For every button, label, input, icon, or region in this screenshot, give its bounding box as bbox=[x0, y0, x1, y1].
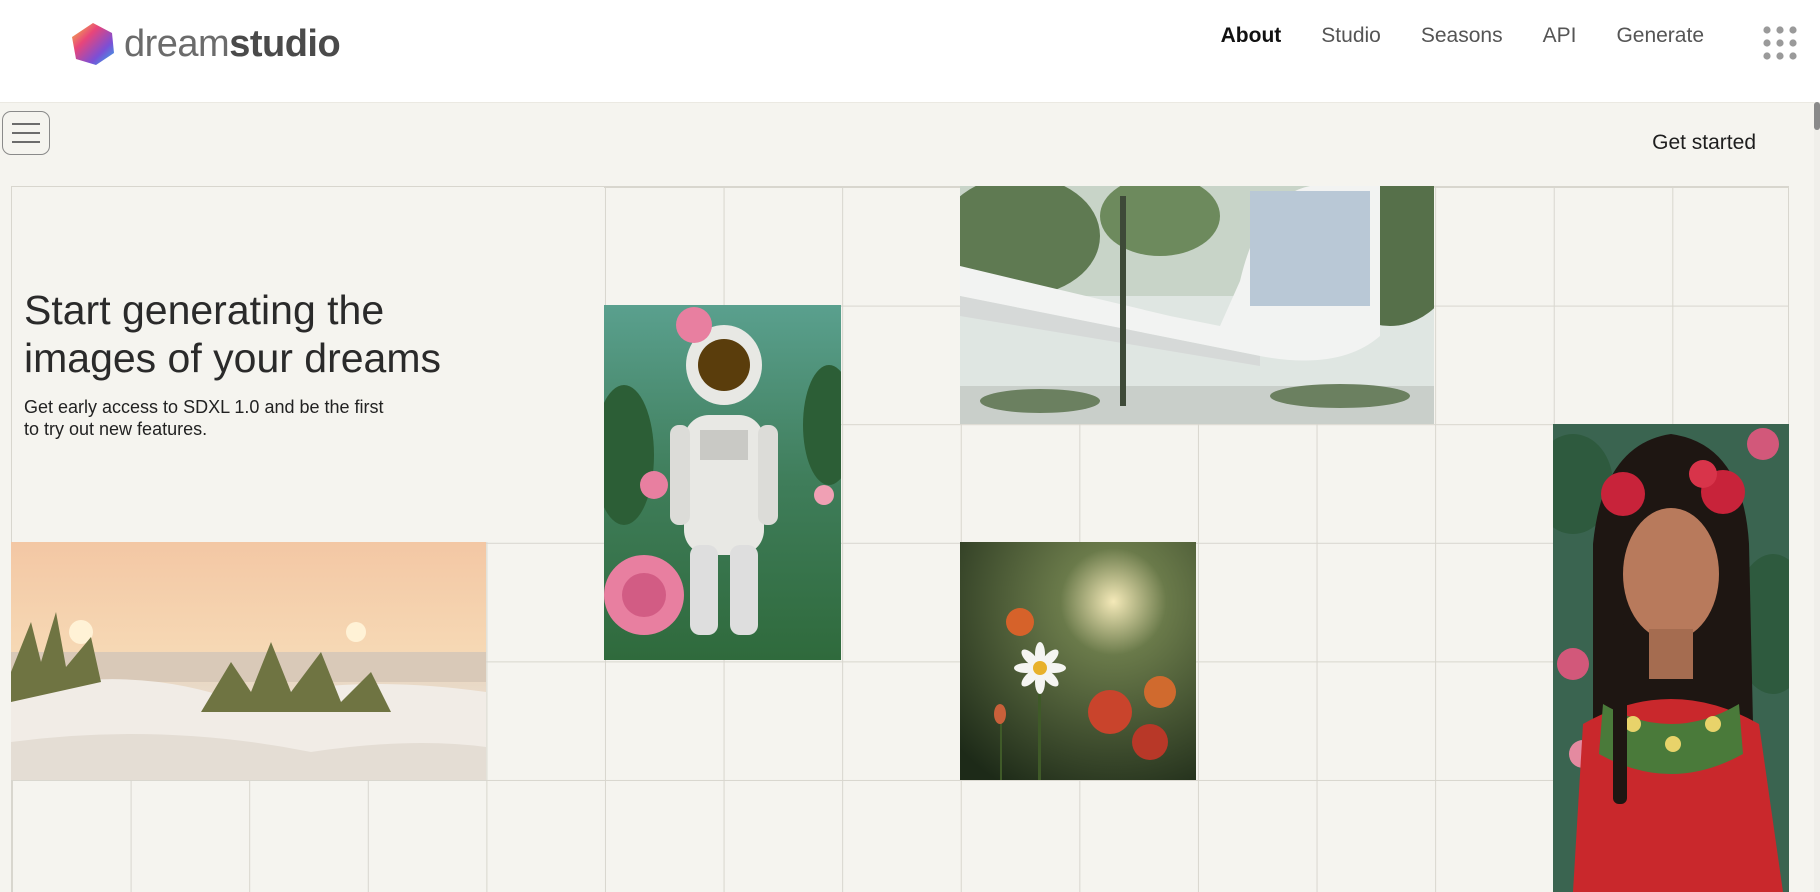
nav-studio[interactable]: Studio bbox=[1321, 24, 1381, 48]
get-started-link[interactable]: Get started bbox=[1652, 131, 1756, 155]
nav-api[interactable]: API bbox=[1543, 24, 1577, 48]
hero-subtitle: Get early access to SDXL 1.0 and be the … bbox=[24, 396, 444, 440]
grid-dots-icon[interactable] bbox=[1762, 25, 1798, 61]
hamburger-menu-icon[interactable] bbox=[2, 111, 50, 155]
page-scrollbar[interactable] bbox=[1814, 102, 1820, 892]
brand-name-part2: studio bbox=[229, 22, 341, 65]
scrollbar-thumb[interactable] bbox=[1814, 102, 1820, 130]
nav-seasons[interactable]: Seasons bbox=[1421, 24, 1503, 48]
dreamstudio-logo-icon bbox=[72, 23, 114, 65]
nav-about[interactable]: About bbox=[1221, 24, 1282, 48]
main-nav: About Studio Seasons API Generate bbox=[1221, 24, 1704, 48]
hero-title-line1: Start generating the bbox=[24, 287, 385, 333]
hero-title: Start generating the images of your dream… bbox=[24, 286, 544, 382]
hero-title-line2: images of your dreams bbox=[24, 335, 442, 381]
hero-subtitle-line2: to try out new features. bbox=[24, 419, 208, 439]
modern-house-image[interactable] bbox=[960, 186, 1434, 424]
daisy-flower-image[interactable] bbox=[960, 542, 1196, 780]
brand-name-part1: dream bbox=[124, 22, 230, 65]
top-navigation-bar: dreamstudio About Studio Seasons API Gen… bbox=[0, 0, 1820, 103]
beach-dunes-sunset-image[interactable] bbox=[11, 542, 486, 780]
astronaut-roses-image[interactable] bbox=[604, 305, 841, 660]
brand-wordmark: dreamstudio bbox=[124, 22, 341, 66]
brand-logo[interactable]: dreamstudio bbox=[70, 20, 341, 68]
woman-portrait-flowers-image[interactable] bbox=[1553, 424, 1789, 892]
nav-generate[interactable]: Generate bbox=[1616, 24, 1704, 48]
hero-subtitle-line1: Get early access to SDXL 1.0 and be the … bbox=[24, 397, 384, 417]
